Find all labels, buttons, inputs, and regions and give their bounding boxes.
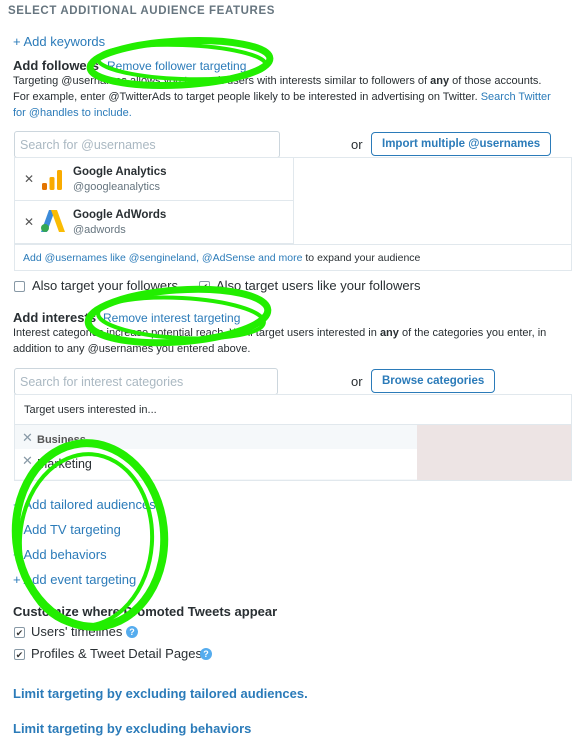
category-business: Business (37, 434, 86, 446)
account-handle: @googleanalytics (73, 181, 160, 193)
placement-title: Customize where Promoted Tweets appear (13, 604, 278, 619)
remove-subcategory-icon[interactable]: ✕ (22, 453, 33, 469)
help-icon[interactable]: ? (200, 648, 212, 660)
remove-interest-targeting-link[interactable]: Remove interest targeting (103, 311, 240, 325)
add-followers-label: Add followers (13, 58, 99, 73)
or-label: or (351, 137, 363, 152)
followers-description: Targeting @usernames allows you to reach… (13, 75, 551, 119)
add-interests-label: Add interests (13, 310, 97, 325)
target-followers-label: Also target your followers (32, 278, 178, 293)
suggest-tail-text: to expand your audience (305, 252, 421, 264)
browse-categories-button[interactable]: Browse categories (371, 369, 496, 393)
google-adwords-logo-icon (40, 208, 66, 239)
users-timelines-label: Users' timelines (31, 624, 123, 639)
account-handle: @adwords (73, 224, 126, 236)
target-followers-checkbox[interactable] (14, 281, 25, 292)
profiles-tweet-detail-checkbox[interactable] (14, 649, 25, 660)
add-event-targeting-link[interactable]: + Add event targeting (13, 572, 136, 587)
subcategory-marketing: Marketing (37, 457, 92, 471)
exclude-tailored-audiences-link[interactable]: Limit targeting by excluding tailored au… (13, 686, 308, 701)
suggest-usernames-link[interactable]: Add @usernames like @sengineland, @AdSen… (23, 252, 302, 264)
target-like-followers-label: Also target users like your followers (216, 278, 421, 293)
interests-side-panel (417, 425, 571, 480)
subcategory-row: ✕ Marketing (15, 449, 417, 479)
remove-account-icon[interactable]: ✕ (24, 172, 34, 186)
interests-header-row: Target users interested in... (15, 395, 571, 425)
remove-follower-targeting-link[interactable]: Remove follower targeting (107, 59, 246, 73)
account-name: Google Analytics (73, 166, 167, 178)
account-row: ✕ Google Analytics @googleanalytics (15, 158, 294, 201)
remove-category-icon[interactable]: ✕ (22, 430, 33, 446)
account-name: Google AdWords (73, 209, 167, 221)
or-label: or (351, 374, 363, 389)
remove-account-icon[interactable]: ✕ (24, 215, 34, 229)
users-timelines-checkbox[interactable] (14, 627, 25, 638)
section-title: SELECT ADDITIONAL AUDIENCE FEATURES (8, 5, 275, 17)
exclude-behaviors-link[interactable]: Limit targeting by excluding behaviors (13, 721, 251, 736)
interest-search-input[interactable] (14, 368, 278, 395)
add-tailored-audiences-link[interactable]: + Add tailored audiences (13, 497, 156, 512)
target-like-followers-checkbox[interactable] (199, 281, 210, 292)
suggest-row: Add @usernames like @sengineland, @AdSen… (15, 244, 571, 270)
google-analytics-logo-icon (40, 168, 64, 197)
add-keywords-link[interactable]: + Add keywords (13, 34, 105, 49)
followers-box: ✕ Google Analytics @googleanalytics ✕ Go… (14, 157, 572, 271)
interests-box: Target users interested in... ✕ Business… (14, 394, 572, 481)
add-behaviors-link[interactable]: + Add behaviors (13, 547, 107, 562)
target-users-header: Target users interested in... (24, 404, 157, 416)
account-row: ✕ Google AdWords @adwords (15, 201, 294, 244)
import-usernames-button[interactable]: Import multiple @usernames (371, 132, 552, 156)
help-icon[interactable]: ? (126, 626, 138, 638)
add-tv-targeting-link[interactable]: + Add TV targeting (13, 522, 121, 537)
profiles-tweet-detail-label: Profiles & Tweet Detail Pages (31, 646, 203, 661)
username-search-input[interactable] (14, 131, 280, 158)
interests-description: Interest categories increase potential r… (13, 327, 547, 355)
